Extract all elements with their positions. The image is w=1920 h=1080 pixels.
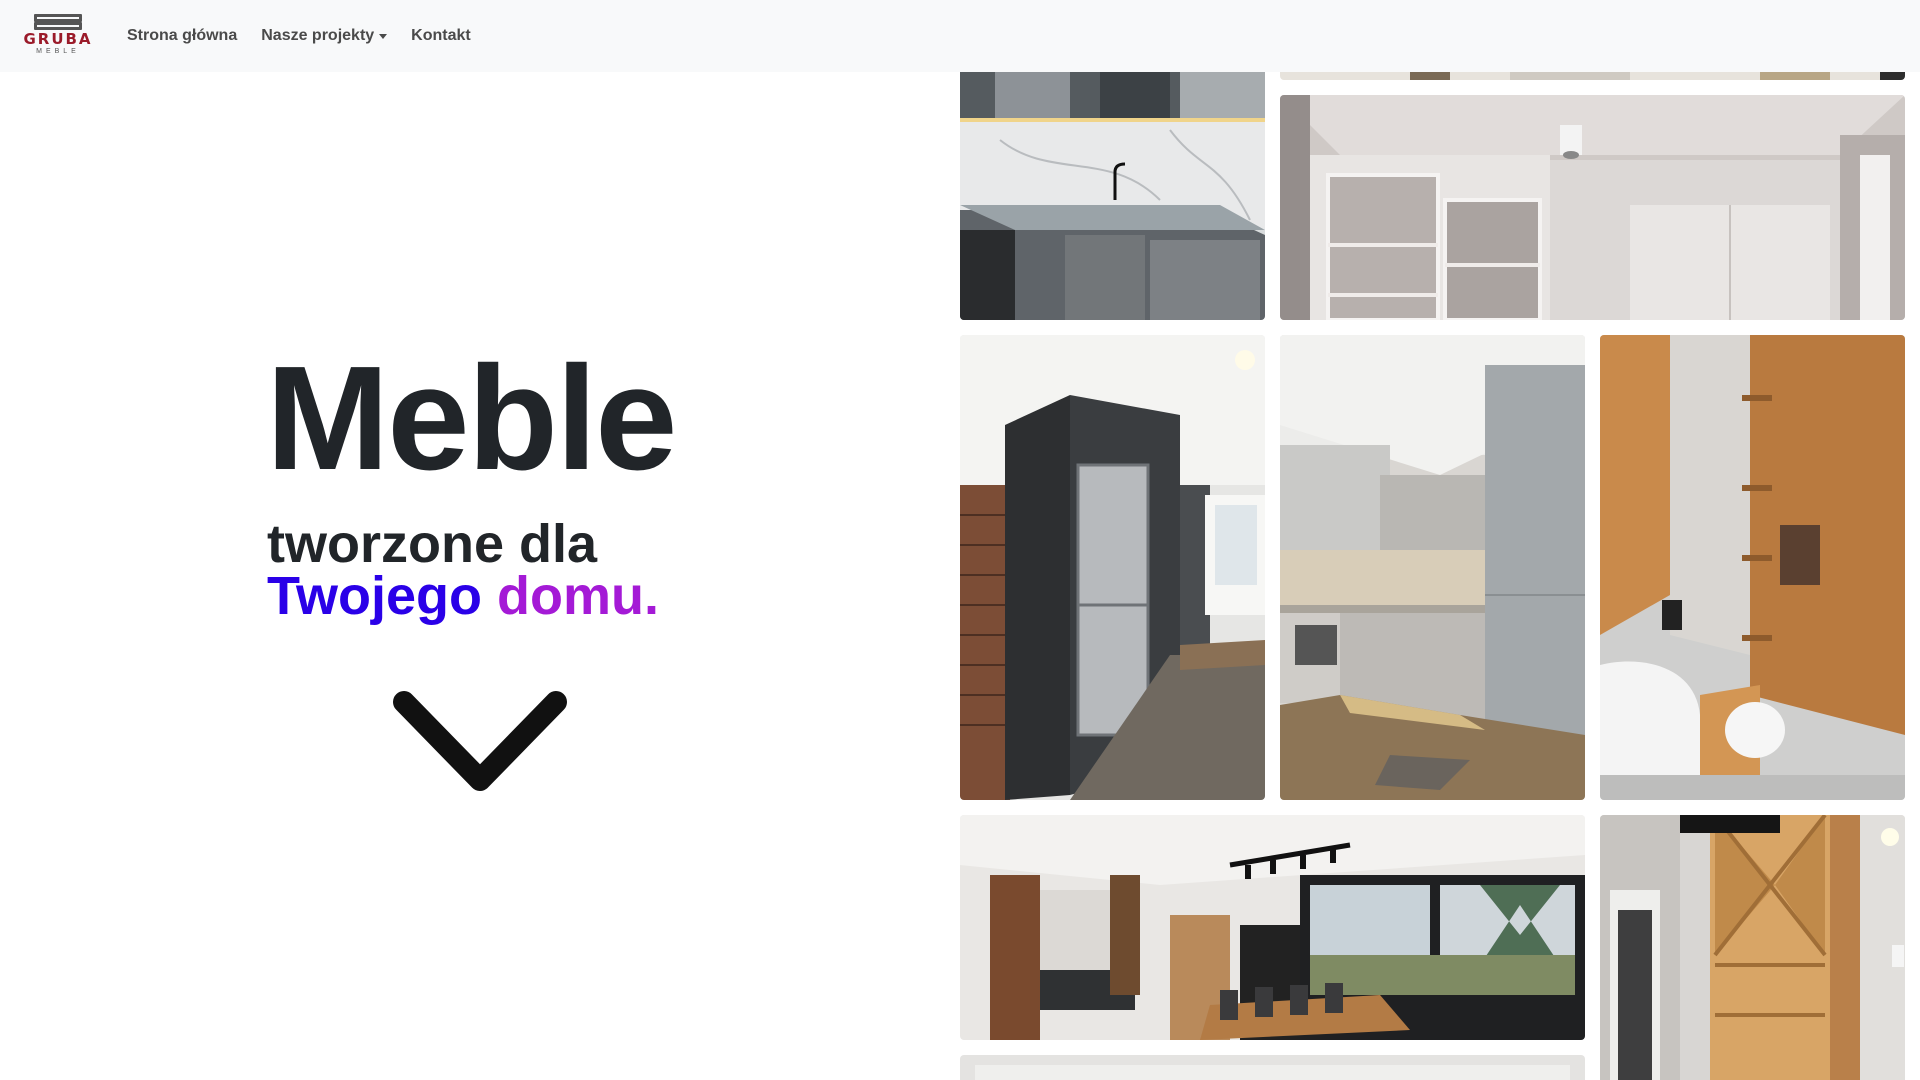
gallery-photo-partial-bottom[interactable]: [960, 1055, 1585, 1080]
logo-subtitle: MEBLE: [36, 48, 80, 55]
nav-link-contact[interactable]: Kontakt: [411, 27, 471, 45]
nav-links: Strona główna Nasze projekty Kontakt: [127, 0, 471, 72]
scroll-down-button[interactable]: [392, 690, 568, 800]
hero-subtitle: tworzone dla: [267, 514, 598, 574]
hero-highlight: Twojego domu.: [267, 569, 659, 623]
gallery-photo-wooden-shelving[interactable]: [1600, 815, 1905, 1080]
chevron-down-icon: [393, 691, 567, 791]
project-gallery: [960, 0, 1920, 1080]
caret-down-icon: [379, 33, 388, 39]
gallery-photo-light-kitchen-led[interactable]: [1280, 335, 1585, 800]
gallery-photo-grey-kitchen-brick[interactable]: [960, 335, 1265, 800]
logo-shelf-icon: [34, 22, 82, 30]
gallery-photo-wooden-bathroom[interactable]: [1600, 335, 1905, 800]
logo-wordmark: GRUBA: [23, 30, 93, 48]
nav-link-projects-dropdown[interactable]: Nasze projekty: [261, 27, 388, 45]
logo-shelf-icon: [34, 14, 82, 22]
navbar: GRUBA MEBLE Strona główna Nasze projekty…: [0, 0, 1920, 72]
gallery-photo-marble-kitchen[interactable]: [960, 60, 1265, 320]
hero-title: Meble: [266, 336, 677, 501]
gallery-photo-white-wardrobe[interactable]: [1280, 95, 1905, 320]
gallery-photo-dining-room[interactable]: [960, 815, 1585, 1040]
brand-logo[interactable]: GRUBA MEBLE: [16, 14, 100, 58]
hero-highlight-word-1: Twojego: [267, 566, 482, 626]
hero-highlight-word-2: domu.: [497, 566, 659, 626]
nav-link-home[interactable]: Strona główna: [127, 27, 237, 45]
nav-link-projects-label: Nasze projekty: [261, 27, 375, 44]
